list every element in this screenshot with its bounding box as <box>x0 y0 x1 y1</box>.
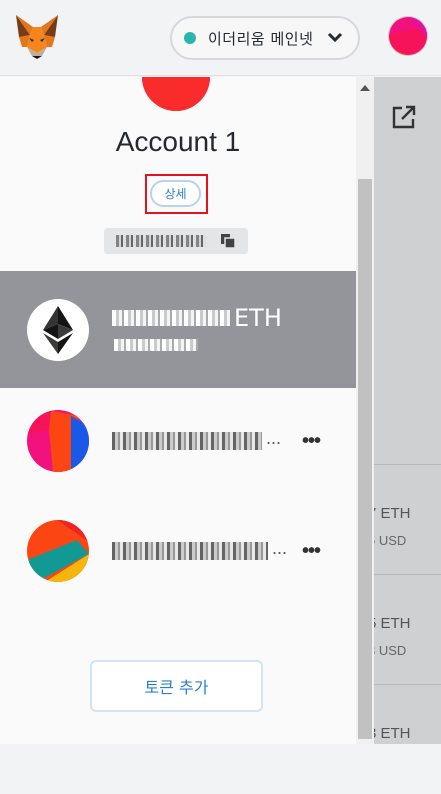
chevron-down-icon <box>327 32 343 43</box>
wallet-sidebar: Account 1 상세 ETH ... ••• ... ••• 토큰 추가 <box>0 77 356 744</box>
app-header: 이더리움 메인넷 <box>0 0 441 76</box>
account-avatar-button[interactable] <box>388 16 428 56</box>
identicon <box>389 17 427 55</box>
asset-row-token[interactable]: ... ••• <box>0 500 356 610</box>
sidebar-scrollbar[interactable] <box>356 77 374 744</box>
eth-balance: ETH <box>112 304 282 332</box>
external-link-icon[interactable] <box>390 103 418 131</box>
eth-logo-circle <box>27 299 89 361</box>
address-text-redacted <box>116 235 206 247</box>
token-balance-redacted <box>112 432 262 450</box>
token-name-ellipsis: ... <box>266 428 282 448</box>
peek-eth-amount: 7 ETH <box>368 505 411 522</box>
network-selector[interactable]: 이더리움 메인넷 <box>170 16 360 60</box>
eth-fiat-redacted <box>114 339 198 351</box>
eth-amount-redacted <box>112 310 230 326</box>
network-name: 이더리움 메인넷 <box>208 29 314 48</box>
token-name-ellipsis: ... <box>272 538 288 558</box>
account-identicon <box>142 77 210 111</box>
metamask-fox-icon[interactable] <box>14 13 60 59</box>
account-details-button[interactable]: 상세 <box>150 180 201 207</box>
ethereum-icon <box>43 306 73 354</box>
peek-eth-amount: 3 ETH <box>368 725 411 742</box>
more-horizontal-icon[interactable]: ••• <box>302 430 321 453</box>
network-status-dot <box>184 32 196 44</box>
scroll-up-arrow-icon[interactable] <box>360 85 370 91</box>
more-horizontal-icon[interactable]: ••• <box>302 540 321 563</box>
account-address-copy[interactable] <box>104 228 248 254</box>
asset-row-eth[interactable]: ETH <box>0 271 356 388</box>
asset-row-token[interactable]: ... ••• <box>0 390 356 500</box>
scroll-thumb[interactable] <box>358 179 372 739</box>
token-identicon <box>27 520 89 582</box>
add-token-button[interactable]: 토큰 추가 <box>90 660 263 712</box>
token-balance-redacted <box>112 542 268 560</box>
peek-eth-amount: 5 ETH <box>368 615 411 632</box>
token-identicon <box>27 410 89 472</box>
eth-unit: ETH <box>234 304 282 332</box>
account-name: Account 1 <box>115 126 241 157</box>
copy-icon <box>221 234 236 249</box>
